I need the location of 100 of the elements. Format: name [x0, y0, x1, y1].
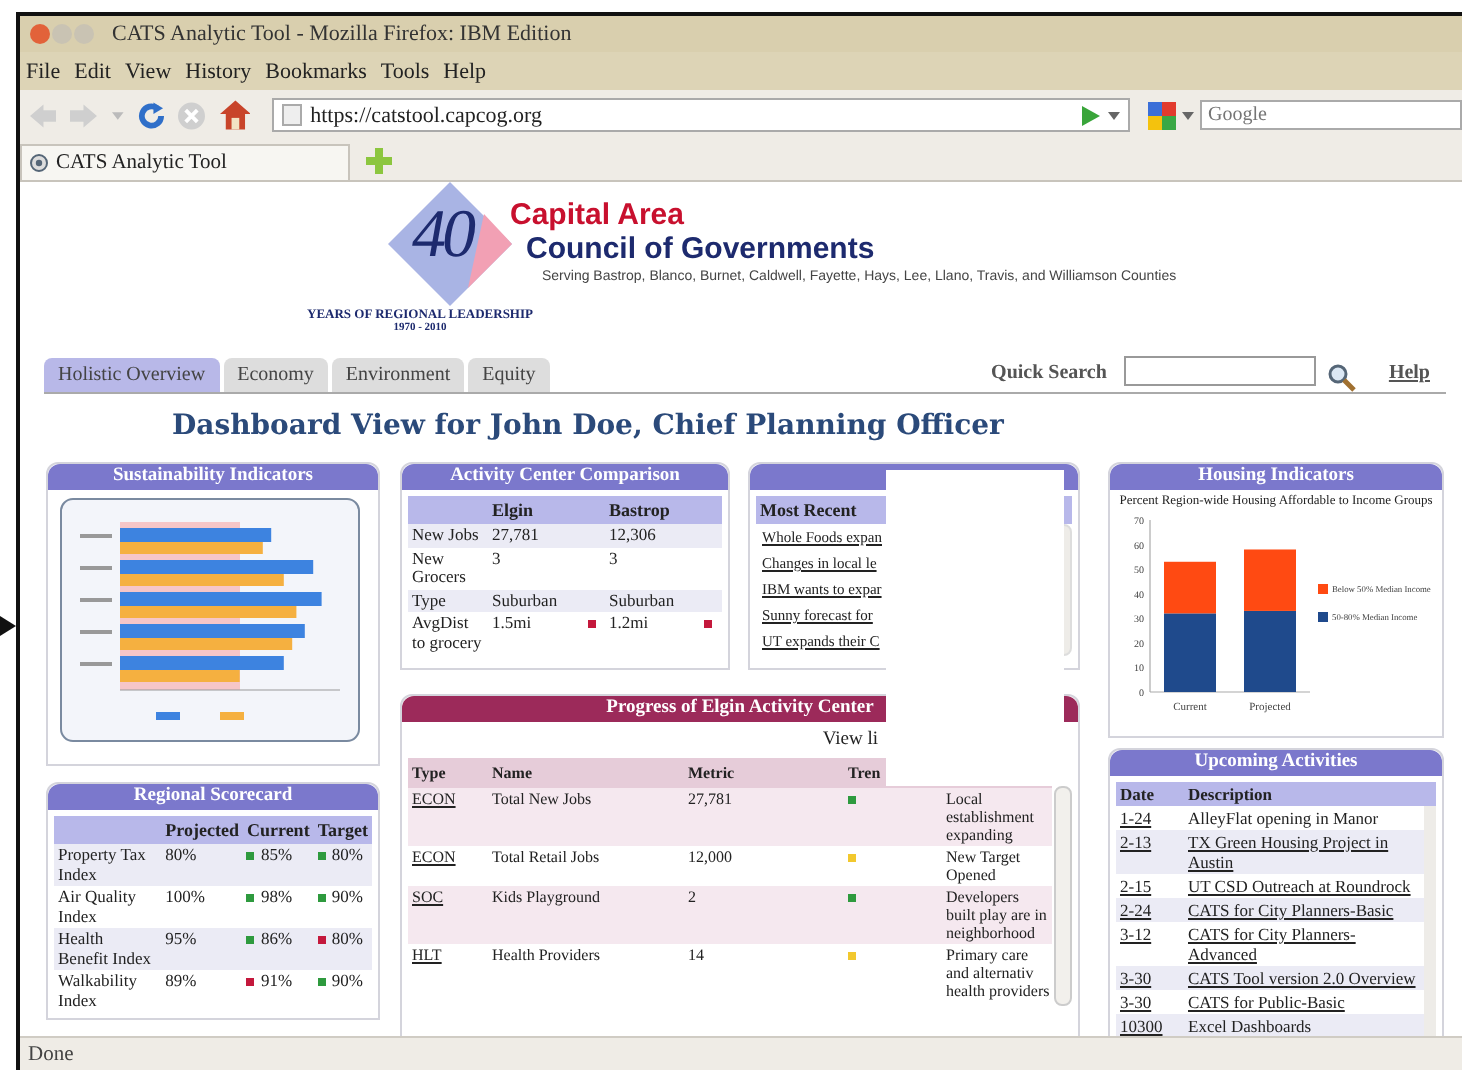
activity-link[interactable]: CATS for City Planners-Basic: [1188, 900, 1424, 920]
column-header: Description: [1188, 784, 1275, 804]
table-cell: Suburban: [492, 591, 558, 610]
panel-header: Sustainability Indicators: [48, 464, 378, 490]
view-link[interactable]: View li: [822, 730, 878, 750]
search-icon[interactable]: [1328, 364, 1357, 392]
panel-header: Regional Scorecard: [48, 784, 378, 810]
help-link[interactable]: Help: [1388, 362, 1430, 384]
table-cell-text: 2: [686, 886, 698, 910]
table-cell: Air Quality Index: [54, 886, 162, 928]
search-field[interactable]: Google: [1200, 100, 1462, 130]
table-cell: 80%: [331, 930, 363, 949]
column-header: Projected: [161, 816, 243, 844]
table-cell-text: 12,000: [686, 846, 734, 870]
table-cell: 1.2mi: [609, 614, 649, 633]
new-tab-icon[interactable]: [366, 148, 392, 174]
table-cell: AvgDist to grocery: [408, 612, 488, 654]
date-link[interactable]: 3-30: [1116, 992, 1188, 1012]
table-cell: 90%: [331, 972, 363, 991]
menu-item[interactable]: File: [26, 59, 61, 83]
table-cell-text: 27,781: [686, 788, 734, 812]
home-icon[interactable]: [219, 100, 251, 130]
address-bar[interactable]: https://catstool.capcog.org: [272, 98, 1131, 132]
quick-search-field[interactable]: [1124, 356, 1317, 386]
table-cell-text: Total New Jobs: [490, 788, 594, 812]
column-header: Name: [490, 762, 534, 784]
date-link[interactable]: 2-13: [1116, 832, 1188, 872]
table-cell-text: Local establishment expanding: [944, 788, 1036, 846]
date-link[interactable]: 10300: [1116, 1016, 1188, 1036]
dropdown-caret-icon[interactable]: [1108, 111, 1121, 119]
panel-header: Activity Center Comparison: [402, 464, 728, 490]
table-cell: 89%: [165, 972, 197, 991]
table-cell-text: Total Retail Jobs: [490, 846, 602, 870]
scrollbar[interactable]: [1054, 786, 1072, 1006]
menu-item[interactable]: Bookmarks: [265, 59, 367, 83]
browser-tab[interactable]: CATS Analytic Tool: [20, 144, 350, 180]
dropdown-caret-icon[interactable]: [1182, 111, 1195, 119]
page-heading: Dashboard View for John Doe, Chief Planning Officer: [172, 410, 1006, 446]
axis-label-mark: [80, 598, 112, 602]
date-link[interactable]: 3-30: [1116, 968, 1188, 988]
forward-arrow-icon[interactable]: [70, 103, 98, 127]
type-link[interactable]: HLT: [408, 944, 488, 1002]
activity-link[interactable]: CATS for City Planners-Advanced: [1188, 924, 1424, 964]
type-link[interactable]: ECON: [408, 846, 488, 886]
go-arrow-icon[interactable]: [1082, 105, 1101, 125]
axis-label-mark: [80, 534, 112, 538]
menu-item[interactable]: Tools: [380, 59, 430, 83]
org-title: Capital Area: [510, 198, 686, 232]
menu-item[interactable]: History: [185, 59, 252, 83]
org-subtitle: Council of Governments: [526, 232, 877, 266]
type-link[interactable]: SOC: [408, 886, 488, 944]
reload-icon[interactable]: [137, 101, 165, 129]
table-cell: Property Tax Index: [54, 844, 162, 886]
type-link[interactable]: ECON: [408, 788, 488, 846]
column-header: Elgin: [488, 496, 605, 524]
table-cell-text: Developers built play are in neighborhood: [944, 886, 1049, 944]
activity-link[interactable]: TX Green Housing Project in Austin: [1188, 832, 1424, 872]
table-cell: Suburban: [609, 591, 675, 610]
date-link[interactable]: 2-15: [1116, 876, 1188, 896]
menu-item[interactable]: View: [124, 59, 172, 83]
date-link[interactable]: 2-24: [1116, 900, 1188, 920]
nav-tab[interactable]: Economy: [223, 358, 328, 392]
page-icon: [282, 104, 303, 126]
date-link[interactable]: 3-12: [1116, 924, 1188, 964]
table-cell-text: 14: [686, 944, 706, 968]
column-header: Target: [313, 816, 372, 844]
table-cell: 91%: [260, 972, 293, 991]
table-cell: 80%: [331, 846, 363, 865]
search-engine-icon[interactable]: [1148, 101, 1177, 129]
table-cell: 86%: [260, 930, 293, 949]
table-cell: Walkability Index: [54, 970, 162, 1012]
activity-link[interactable]: CATS Tool version 2.0 Overview: [1188, 968, 1424, 988]
column-header: Tren: [846, 762, 883, 784]
table-cell-text: AlleyFlat opening in Manor: [1188, 808, 1381, 828]
table-cell: New Grocers: [408, 547, 488, 589]
back-arrow-icon[interactable]: [30, 103, 57, 127]
date-link[interactable]: 1-24: [1116, 808, 1188, 828]
stop-icon[interactable]: [178, 101, 206, 129]
table-cell: 95%: [165, 930, 197, 949]
axis-label-mark: [80, 630, 112, 634]
nav-tab[interactable]: Environment: [331, 358, 465, 392]
status-text: Done: [28, 1044, 74, 1066]
table-cell: Type: [408, 589, 488, 612]
table-cell: 85%: [260, 846, 293, 865]
menu-item[interactable]: Help: [443, 59, 487, 83]
panel-header: Housing Indicators: [1110, 464, 1442, 490]
activity-link[interactable]: CATS for Public-Basic: [1188, 992, 1424, 1012]
window-controls-icon[interactable]: [28, 22, 96, 46]
scrollbar[interactable]: [1424, 806, 1436, 1036]
logo-number: 40: [412, 198, 472, 274]
activity-link[interactable]: UT CSD Outreach at Roundrock: [1188, 876, 1424, 896]
table-cell: Health Benefit Index: [54, 928, 162, 970]
menu-item[interactable]: Edit: [74, 59, 111, 83]
table-cell: 80%: [165, 846, 197, 865]
quick-search-label: Quick Search: [991, 362, 1107, 384]
table-cell-text: Primary care and alternativ health providers: [944, 944, 1052, 1002]
column-header: Metric: [686, 762, 737, 784]
nav-tab[interactable]: Holistic Overview: [44, 358, 220, 392]
panel-header: Upcoming Activities: [1110, 750, 1442, 776]
nav-tab[interactable]: Equity: [468, 358, 550, 392]
